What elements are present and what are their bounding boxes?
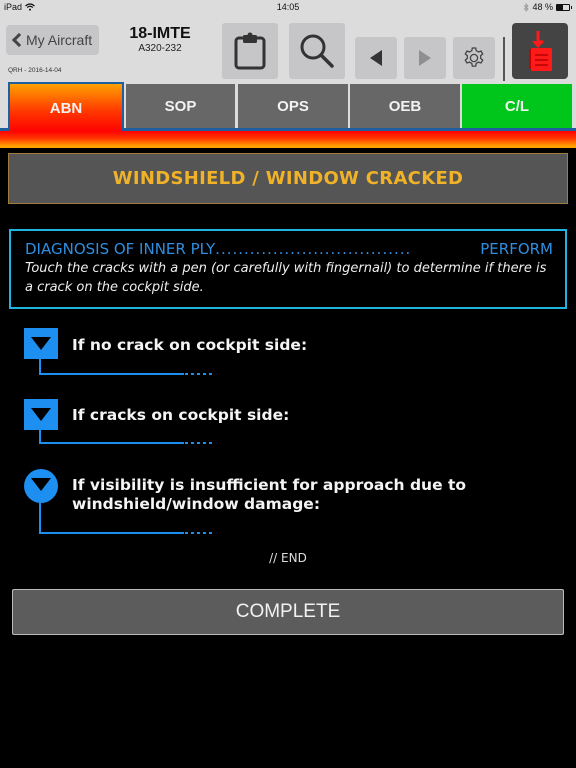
search-button[interactable] <box>289 23 345 79</box>
clipboard-button[interactable] <box>222 23 278 79</box>
bluetooth-icon <box>524 2 530 12</box>
condition-connector <box>39 503 41 532</box>
condition-connector <box>39 359 41 373</box>
tab-cl[interactable]: C/L <box>462 84 572 128</box>
clipboard-icon <box>234 32 266 70</box>
tab-sop[interactable]: SOP <box>126 84 235 128</box>
my-aircraft-back-button[interactable]: My Aircraft <box>6 25 99 55</box>
chevron-left-icon <box>11 32 27 48</box>
condition-dots <box>185 442 213 444</box>
condition-connector <box>39 373 184 375</box>
abnormal-banner-stripe <box>0 131 576 148</box>
step-dots: .................................. <box>215 240 412 258</box>
qrh-version: QRH - 2016-14-04 <box>8 67 62 74</box>
aircraft-type: A320-232 <box>138 43 182 54</box>
condition-dots <box>185 532 213 534</box>
procedure-step[interactable]: DIAGNOSIS OF INNER PLY .................… <box>9 229 567 309</box>
tab-oeb[interactable]: OEB <box>350 84 460 128</box>
tab-abn[interactable]: ABN <box>8 82 124 132</box>
condition-collapse-icon[interactable] <box>24 399 58 430</box>
search-icon <box>300 34 334 68</box>
complete-button[interactable]: COMPLETE <box>12 589 564 635</box>
aircraft-title: 18-IMTE A320-232 <box>110 25 210 55</box>
tab-label: C/L <box>504 97 530 115</box>
battery-icon <box>556 3 572 11</box>
triangle-left-icon <box>370 50 382 66</box>
condition-text: If visibility is insufficient for approa… <box>72 476 467 513</box>
condition-connector <box>39 442 184 444</box>
download-document-icon <box>529 31 552 71</box>
procedure-title: WINDSHIELD / WINDOW CRACKED <box>8 153 568 204</box>
settings-button[interactable] <box>453 37 495 79</box>
battery-percent: 48 % <box>532 2 553 12</box>
previous-button[interactable] <box>355 37 397 79</box>
step-note: Touch the cracks with a pen (or carefull… <box>25 261 547 295</box>
step-action: DIAGNOSIS OF INNER PLY <box>25 240 216 258</box>
condition-connector <box>39 430 41 442</box>
tab-label: OEB <box>388 97 422 115</box>
toolbar-separator <box>503 37 505 81</box>
condition-collapse-icon[interactable] <box>24 328 58 359</box>
triangle-right-icon <box>419 50 431 66</box>
condition-dots <box>185 373 213 375</box>
gear-icon <box>464 47 484 67</box>
complete-button-label: COMPLETE <box>235 601 341 622</box>
tab-label: OPS <box>277 97 309 115</box>
header: My Aircraft QRH - 2016-14-04 18-IMTE A32… <box>0 15 576 84</box>
clock: 14:05 <box>276 2 300 12</box>
download-button[interactable] <box>512 23 568 79</box>
condition-text: If cracks on cockpit side: <box>72 406 290 424</box>
step-response: PERFORM <box>480 240 553 258</box>
next-button[interactable] <box>404 37 446 79</box>
aircraft-registration: 18-IMTE <box>129 25 191 42</box>
condition-text: If no crack on cockpit side: <box>72 336 308 354</box>
condition-connector <box>39 532 184 534</box>
back-button-label: My Aircraft <box>26 32 93 48</box>
end-marker: // END <box>269 551 307 565</box>
status-bar: iPad 14:05 48 % <box>0 0 576 15</box>
tab-label: SOP <box>164 97 197 115</box>
condition-collapse-icon[interactable] <box>24 469 58 503</box>
battery-fill <box>557 4 563 10</box>
tab-label: ABN <box>49 99 83 117</box>
tab-ops[interactable]: OPS <box>238 84 348 128</box>
